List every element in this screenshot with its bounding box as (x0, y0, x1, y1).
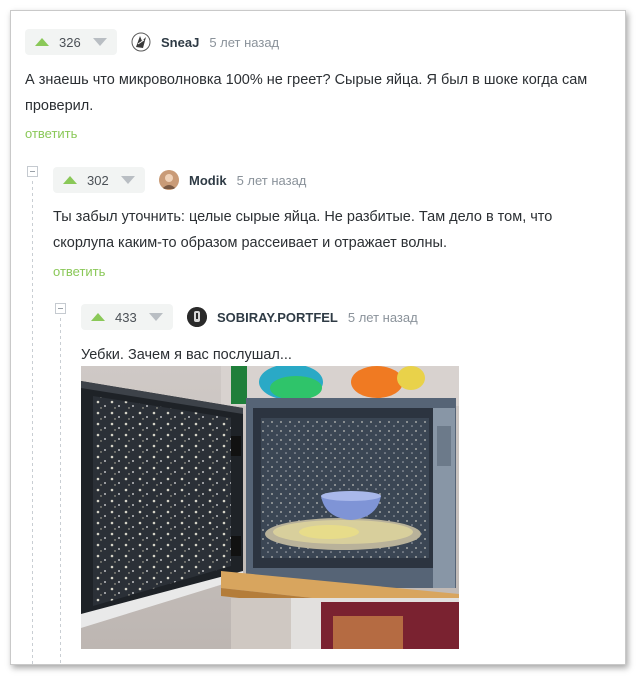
comment-header: 326 SneaJ 5 лет назад (25, 29, 279, 55)
thread-line[interactable] (32, 181, 33, 664)
comment-header: 433 SOBIRAY.PORTFEL 5 лет назад (81, 304, 418, 330)
thread-line[interactable] (60, 318, 61, 664)
author-name[interactable]: Modik (189, 173, 227, 188)
downvote-arrow-icon[interactable] (121, 176, 135, 184)
collapse-thread-icon[interactable] (27, 166, 38, 177)
timestamp: 5 лет назад (236, 172, 307, 188)
vote-box: 433 (81, 304, 173, 330)
upvote-arrow-icon[interactable] (91, 313, 105, 321)
author-name[interactable]: SneaJ (161, 35, 199, 50)
collapse-thread-icon[interactable] (55, 303, 66, 314)
reply-link[interactable]: ответить (53, 264, 105, 279)
score: 326 (59, 34, 81, 50)
vote-box: 302 (53, 167, 145, 193)
upvote-arrow-icon[interactable] (63, 176, 77, 184)
attached-photo[interactable] (81, 366, 459, 649)
upvote-arrow-icon[interactable] (35, 38, 49, 46)
comment-text: А знаешь что микроволновка 100% не греет… (25, 72, 588, 114)
comment-header: 302 Modik 5 лет назад (53, 167, 306, 193)
modik-avatar-icon[interactable] (159, 170, 179, 190)
timestamp: 5 лет назад (209, 34, 280, 50)
score: 302 (87, 172, 109, 188)
comment-text: Ты забыл уточнить: целые сырые яйца. Не … (53, 209, 553, 251)
downvote-arrow-icon[interactable] (149, 313, 163, 321)
score: 433 (115, 309, 137, 325)
sobiray-avatar-icon[interactable] (187, 307, 207, 327)
timestamp: 5 лет назад (347, 309, 418, 325)
vote-box: 326 (25, 29, 117, 55)
author-name[interactable]: SOBIRAY.PORTFEL (217, 310, 338, 325)
sneaj-avatar-icon[interactable] (131, 32, 151, 52)
downvote-arrow-icon[interactable] (93, 38, 107, 46)
comment-text: Уебки. Зачем я вас послушал... (81, 347, 292, 363)
reply-link[interactable]: ответить (25, 126, 77, 141)
comments-panel: 326 SneaJ 5 лет назад А знаешь что микро… (10, 10, 626, 665)
